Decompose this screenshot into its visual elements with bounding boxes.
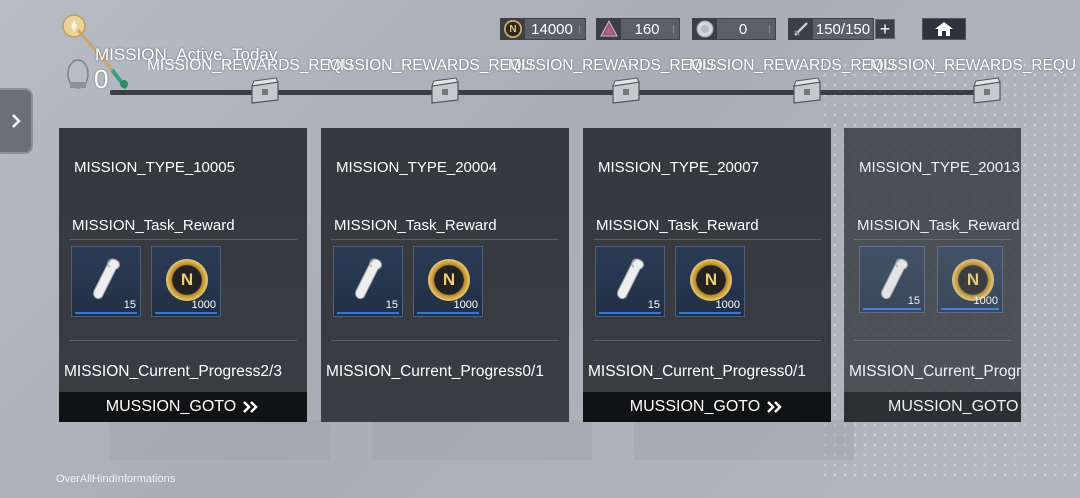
mission-card-list[interactable]: MISSION_TYPE_10005 MISSION_Task_Reward 1… (0, 128, 1080, 423)
reward-chest-icon[interactable] (248, 76, 282, 106)
mission-card[interactable]: MISSION_TYPE_10005 MISSION_Task_Reward 1… (59, 128, 307, 422)
double-chevron-right-icon (767, 401, 782, 413)
crystal-counter: 160 (596, 18, 680, 40)
item-quantity: 15 (647, 299, 660, 311)
divider (331, 340, 559, 341)
goto-button[interactable]: MUSSION_GOTO (844, 392, 1021, 422)
coin-icon: N (690, 259, 732, 301)
stamina-value: 150/150 (815, 20, 871, 38)
divider (593, 239, 821, 240)
scroll-icon (355, 258, 382, 300)
item-rarity-bar (337, 312, 399, 314)
reward-item[interactable]: 15 (333, 246, 403, 317)
mission-progress: MISSION_Current_Progress2/3 (64, 363, 282, 380)
add-stamina-button[interactable]: + (875, 19, 895, 39)
coin-icon: N (501, 18, 525, 40)
coin-icon: N (166, 259, 208, 301)
coin-counter: N 14000 (500, 18, 586, 40)
divider (593, 340, 821, 341)
item-rarity-bar (599, 312, 661, 314)
footer-hint: OverAllHindInformations (56, 473, 176, 485)
activity-progress-track (110, 90, 1000, 95)
item-rarity-bar (75, 312, 137, 314)
scroll-icon (617, 258, 644, 300)
item-rarity-bar (863, 308, 921, 310)
reward-chest-icon[interactable] (609, 76, 643, 106)
reward-item[interactable]: N 1000 (413, 246, 483, 317)
item-quantity: 1000 (715, 299, 740, 311)
item-rarity-bar (679, 312, 741, 314)
token-icon (693, 18, 717, 40)
goto-button[interactable]: MUSSION_GOTO (583, 392, 831, 422)
mission-card[interactable]: MISSION_TYPE_20004 MISSION_Task_Reward 1… (321, 128, 569, 422)
goto-label: MUSSION_GOTO (629, 398, 761, 415)
home-icon (935, 22, 953, 36)
task-reward-label: MISSION_Task_Reward (857, 217, 1020, 234)
reward-item[interactable]: 15 (71, 246, 141, 317)
reward-chest-icon[interactable] (790, 76, 824, 106)
sword-icon (789, 18, 813, 40)
reward-chest-icon[interactable] (970, 76, 1004, 106)
mission-card[interactable]: MISSION_TYPE_20013 MISSION_Task_Reward 1… (844, 128, 1021, 422)
milestone-label: MISSION_REWARDS_REQU (508, 57, 715, 74)
scroll-icon (93, 258, 120, 300)
goto-button[interactable]: MUSSION_GOTO (59, 392, 307, 422)
mission-progress: MISSION_Current_Progress0/1 (588, 363, 806, 380)
goto-label: MUSSION_GOTO (888, 398, 1019, 415)
divider (69, 239, 297, 240)
item-rarity-bar (417, 312, 479, 314)
mission-type: MISSION_TYPE_20013 (859, 159, 1020, 176)
task-reward-label: MISSION_Task_Reward (334, 217, 497, 234)
item-quantity: 15 (907, 295, 920, 307)
milestone-label: MISSION_REWARDS_REQU (147, 57, 354, 74)
crystal-icon (597, 18, 621, 40)
item-quantity: 1000 (453, 299, 478, 311)
goto-label: MUSSION_GOTO (105, 398, 237, 415)
reward-item[interactable]: 15 (595, 246, 665, 317)
task-reward-label: MISSION_Task_Reward (596, 217, 759, 234)
divider (69, 340, 297, 341)
item-quantity: 1000 (191, 299, 216, 311)
plus-icon: + (879, 19, 891, 39)
item-quantity: 15 (123, 299, 136, 311)
double-chevron-right-icon (243, 401, 258, 413)
mission-progress: MISSION_Current_Progress0/1 (326, 363, 544, 380)
home-button[interactable] (922, 18, 966, 40)
stamina-counter: 150/150 (788, 18, 874, 40)
mission-type: MISSION_TYPE_20007 (598, 159, 759, 176)
milestone-label: MISSION_REWARDS_REQU (327, 57, 534, 74)
background-panel (110, 420, 330, 460)
token-counter: 0 (692, 18, 776, 40)
milestone-label: MISSION_REWARDS_REQU (870, 57, 1077, 74)
active-today-count: 0 (94, 64, 109, 94)
item-rarity-bar (155, 312, 217, 314)
reward-item[interactable]: 15 (859, 246, 925, 313)
mission-type: MISSION_TYPE_20004 (336, 159, 497, 176)
reward-chest-icon[interactable] (428, 76, 462, 106)
reward-item[interactable]: N 1000 (151, 246, 221, 317)
mission-type: MISSION_TYPE_10005 (74, 159, 235, 176)
coin-icon: N (428, 259, 470, 301)
token-value: 0 (738, 20, 748, 38)
divider (854, 340, 1011, 341)
coin-value: 14000 (531, 20, 573, 38)
background-panel (372, 420, 592, 460)
item-rarity-bar (941, 308, 999, 310)
reward-item[interactable]: N 1000 (937, 246, 1003, 313)
milestone-label: MISSION_REWARDS_REQU (689, 57, 896, 74)
mission-card[interactable]: MISSION_TYPE_20007 MISSION_Task_Reward 1… (583, 128, 831, 422)
crystal-value: 160 (634, 20, 660, 38)
item-quantity: 1000 (973, 295, 998, 307)
divider (854, 239, 1011, 240)
reward-item[interactable]: N 1000 (675, 246, 745, 317)
mission-progress: MISSION_Current_Progress0/1 (849, 363, 1021, 380)
background-panel (634, 420, 854, 460)
task-reward-label: MISSION_Task_Reward (72, 217, 235, 234)
item-quantity: 15 (385, 299, 398, 311)
divider (331, 239, 559, 240)
